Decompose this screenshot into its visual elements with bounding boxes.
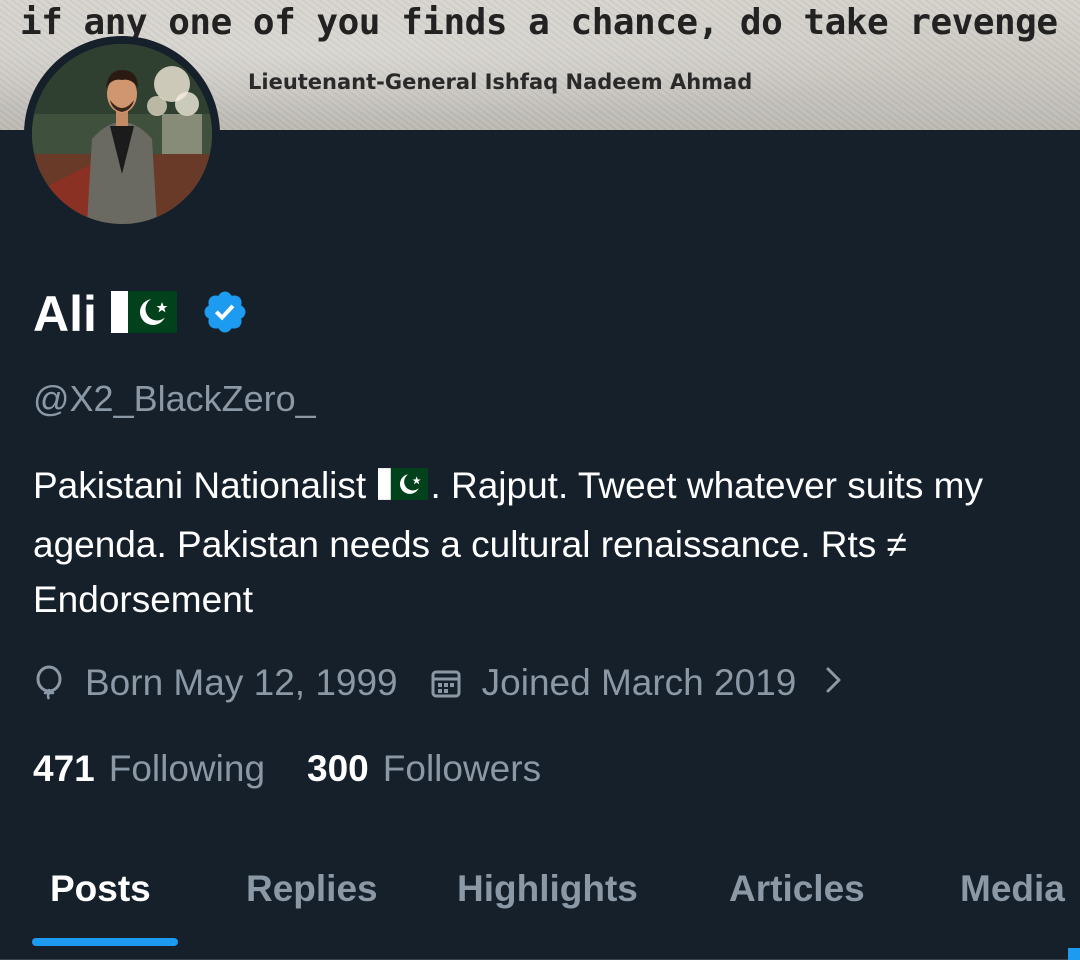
following-label: Following bbox=[108, 748, 266, 789]
profile-page: if any one of you finds a chance, do tak… bbox=[0, 0, 1080, 960]
birthday-item: Born May 12, 1999 bbox=[33, 662, 398, 704]
bio-text-start: Pakistani Nationalist bbox=[33, 465, 367, 506]
tab-posts[interactable]: Posts bbox=[50, 868, 151, 910]
following-count: 471 bbox=[33, 748, 95, 789]
pakistan-flag-icon bbox=[110, 289, 177, 339]
user-handle: @X2_BlackZero_ bbox=[33, 378, 316, 419]
follow-stats: 471 Following 300 Followers bbox=[33, 742, 541, 796]
pakistan-flag-icon bbox=[378, 462, 429, 517]
name-row: Ali bbox=[33, 283, 249, 345]
balloon-icon bbox=[36, 665, 62, 700]
tab-replies[interactable]: Replies bbox=[246, 868, 378, 910]
banner-quote: if any one of you finds a chance, do tak… bbox=[20, 2, 1058, 43]
profile-bio: Pakistani Nationalist . Rajput. Tweet wh… bbox=[33, 458, 1053, 627]
calendar-icon bbox=[431, 670, 461, 698]
avatar[interactable] bbox=[24, 36, 220, 232]
tab-highlights[interactable]: Highlights bbox=[457, 868, 638, 910]
birthday-text: Born May 12, 1999 bbox=[85, 662, 398, 703]
verified-badge-icon[interactable] bbox=[201, 288, 249, 340]
chevron-right-icon[interactable] bbox=[824, 662, 844, 704]
profile-tabs: Posts Replies Highlights Articles Media bbox=[0, 858, 1080, 960]
banner-author: Lieutenant-General Ishfaq Nadeem Ahmad bbox=[248, 70, 753, 94]
tab-media[interactable]: Media bbox=[960, 868, 1065, 910]
active-tab-indicator bbox=[32, 938, 178, 946]
joined-item: Joined March 2019 bbox=[430, 662, 797, 704]
followers-label: Followers bbox=[382, 748, 542, 789]
joined-text: Joined March 2019 bbox=[481, 662, 797, 703]
tab-articles[interactable]: Articles bbox=[729, 868, 865, 910]
profile-meta: Born May 12, 1999 Joined March 2019 bbox=[33, 656, 844, 710]
scroll-indicator bbox=[1068, 948, 1080, 960]
following-link[interactable]: 471 Following bbox=[33, 748, 265, 790]
followers-link[interactable]: 300 Followers bbox=[307, 748, 541, 790]
display-name: Ali bbox=[33, 286, 97, 342]
followers-count: 300 bbox=[307, 748, 369, 789]
avatar-image bbox=[32, 44, 212, 224]
